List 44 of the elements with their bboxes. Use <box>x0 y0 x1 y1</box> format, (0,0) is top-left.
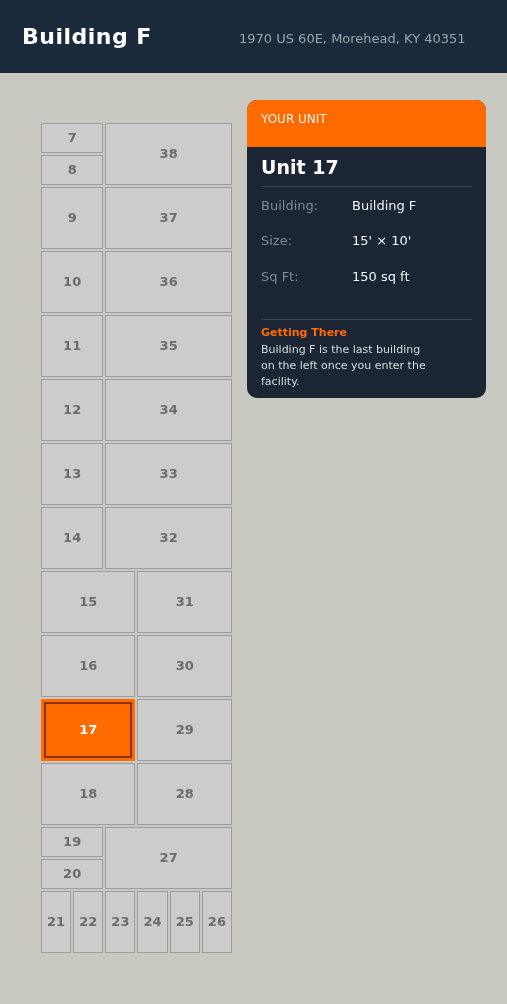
storage-unit[interactable]: 35 <box>105 315 232 377</box>
storage-unit[interactable]: 36 <box>105 251 232 313</box>
unit-title: Unit 17 <box>261 153 472 187</box>
storage-unit[interactable]: 34 <box>105 379 232 441</box>
detail-value: 15' × 10' <box>352 232 412 250</box>
storage-unit[interactable]: 37 <box>105 187 232 249</box>
address-text: 1970 US 60E, Morehead, KY 40351 <box>239 29 466 48</box>
detail-label: Building: <box>261 196 320 215</box>
storage-unit[interactable]: 7 <box>41 123 104 153</box>
storage-unit[interactable]: 30 <box>137 635 232 697</box>
storage-unit[interactable]: 20 <box>41 859 104 889</box>
storage-unit[interactable]: 18 <box>41 763 136 825</box>
directions-text: Building F is the last building on the left once you enter the facility. <box>261 341 427 390</box>
storage-unit[interactable]: 12 <box>41 379 104 441</box>
storage-unit[interactable]: 28 <box>137 763 232 825</box>
storage-unit[interactable]: 31 <box>137 571 232 633</box>
storage-unit[interactable]: 26 <box>201 891 232 953</box>
detail-label: Sq Ft: <box>261 267 300 286</box>
detail-value: 150 sq ft <box>352 267 410 286</box>
storage-unit[interactable]: 21 <box>41 891 72 953</box>
storage-unit[interactable]: 13 <box>41 443 104 505</box>
storage-unit[interactable]: 22 <box>73 891 104 953</box>
directions-heading: Getting There <box>261 325 348 341</box>
storage-unit[interactable]: 24 <box>137 891 168 953</box>
storage-unit[interactable]: 15 <box>41 571 136 633</box>
storage-unit[interactable]: 17 <box>41 699 136 761</box>
storage-unit[interactable]: 23 <box>105 891 136 953</box>
storage-unit[interactable]: 14 <box>41 507 104 569</box>
eyebrow-label: YOUR UNIT <box>261 112 327 126</box>
detail-value: Building F <box>352 196 417 215</box>
storage-unit[interactable]: 38 <box>105 123 232 185</box>
building-title: Building F <box>22 23 153 51</box>
storage-unit[interactable]: 10 <box>41 251 104 313</box>
storage-unit[interactable]: 11 <box>41 315 104 377</box>
storage-unit[interactable]: 32 <box>105 507 232 569</box>
detail-label: Size: <box>261 232 294 250</box>
storage-unit[interactable]: 29 <box>137 699 232 761</box>
storage-unit[interactable]: 33 <box>105 443 232 505</box>
storage-unit[interactable]: 8 <box>41 155 104 185</box>
storage-unit[interactable]: 16 <box>41 635 136 697</box>
storage-unit[interactable]: 27 <box>105 827 232 889</box>
storage-unit[interactable]: 25 <box>169 891 200 953</box>
storage-unit[interactable]: 19 <box>41 827 104 857</box>
storage-unit[interactable]: 9 <box>41 187 104 249</box>
